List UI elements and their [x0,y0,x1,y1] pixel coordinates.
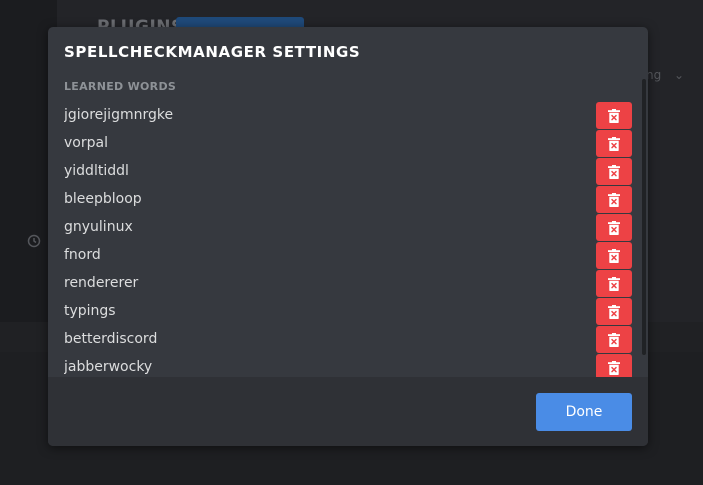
list-item: bleepbloop [64,185,632,213]
learned-word: rendererer [64,275,139,291]
list-item: gnyulinux [64,213,632,241]
list-item: jabberwocky [64,353,632,377]
scrollbar[interactable] [642,79,646,355]
remove-word-button[interactable] [596,214,632,241]
trash-icon [608,220,620,235]
list-item: jgiorejigmnrgke [64,101,632,129]
learned-word: jabberwocky [64,359,153,375]
trash-icon [608,304,620,319]
remove-word-button[interactable] [596,354,632,377]
remove-word-button[interactable] [596,326,632,353]
learned-words-list: jgiorejigmnrgke vorpal yiddltiddl bleepbloo… [64,101,632,377]
learned-word: vorpal [64,135,108,151]
learned-word: fnord [64,247,101,263]
remove-word-button[interactable] [596,102,632,129]
remove-word-button[interactable] [596,242,632,269]
remove-word-button[interactable] [596,298,632,325]
remove-word-button[interactable] [596,130,632,157]
modal-header: SPELLCHECKMANAGER SETTINGS [64,43,632,61]
modal-title: SPELLCHECKMANAGER SETTINGS [64,43,361,61]
chevron-down-icon: ⌄ [674,68,685,82]
list-item: typings [64,297,632,325]
remove-word-button[interactable] [596,158,632,185]
learned-word: typings [64,303,116,319]
list-item: fnord [64,241,632,269]
history-icon [27,234,41,248]
list-item: yiddltiddl [64,157,632,185]
list-item: vorpal [64,129,632,157]
background-sort-label: ng [646,68,662,82]
list-item: rendererer [64,269,632,297]
done-button[interactable]: Done [536,393,632,431]
trash-icon [608,164,620,179]
learned-word: bleepbloop [64,191,142,207]
trash-icon [608,276,620,291]
learned-word: gnyulinux [64,219,133,235]
learned-words-label: LEARNED WORDS [64,80,177,93]
modal-footer: Done [48,377,648,446]
learned-word: jgiorejigmnrgke [64,107,174,123]
trash-icon [608,248,620,263]
trash-icon [608,108,620,123]
trash-icon [608,360,620,375]
learned-word: betterdiscord [64,331,158,347]
list-item: betterdiscord [64,325,632,353]
trash-icon [608,192,620,207]
remove-word-button[interactable] [596,186,632,213]
trash-icon [608,332,620,347]
settings-modal: SPELLCHECKMANAGER SETTINGS LEARNED WORDS… [48,27,648,446]
trash-icon [608,136,620,151]
remove-word-button[interactable] [596,270,632,297]
learned-word: yiddltiddl [64,163,129,179]
